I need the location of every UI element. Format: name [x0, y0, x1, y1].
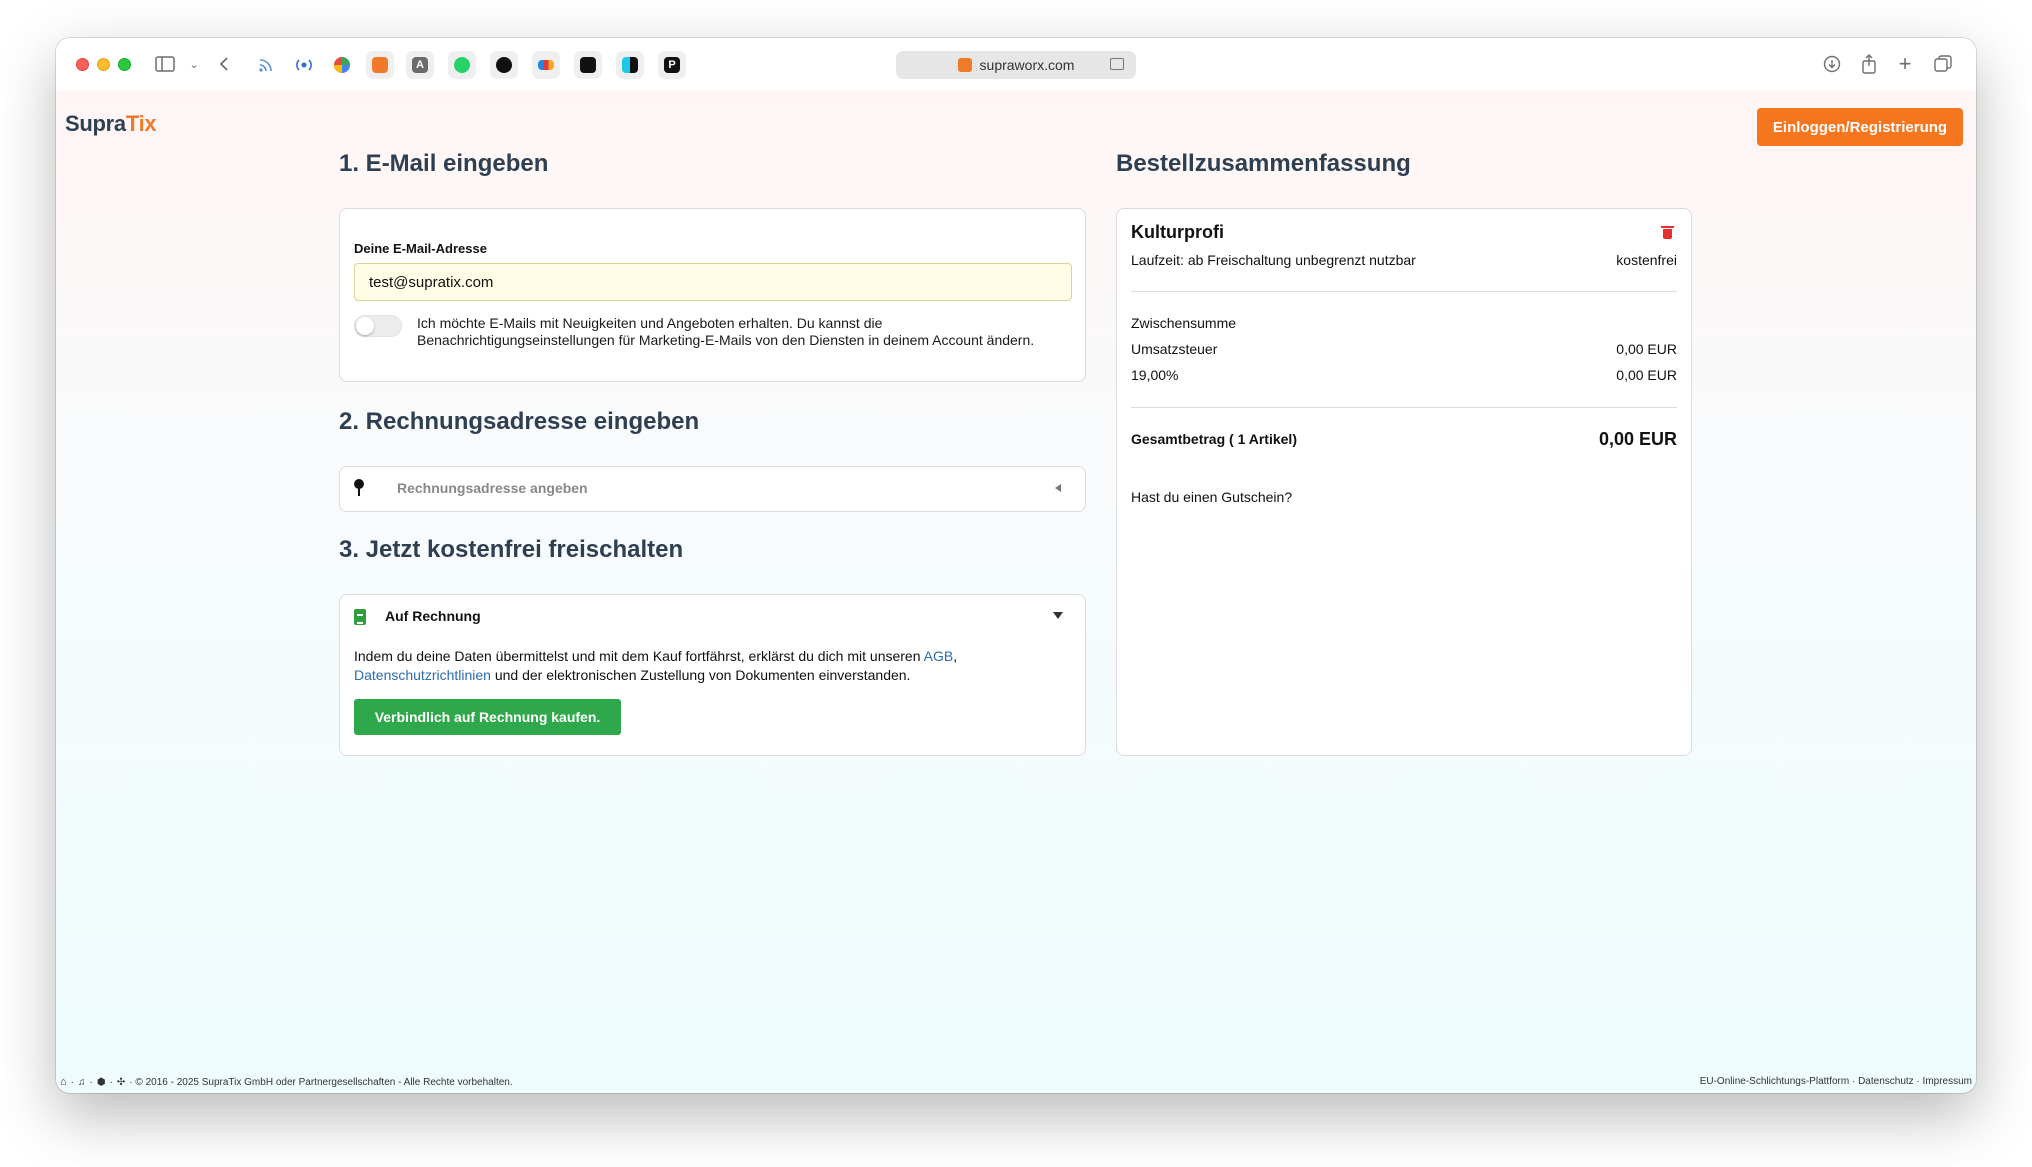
browser-toolbar: ⌄ A P supraworx.com + [56, 38, 1976, 90]
agb-link[interactable]: AGB [924, 648, 954, 664]
subtotal-label: Zwischensumme [1131, 315, 1237, 331]
logo-text-tix: Tix [125, 111, 157, 136]
orange-box-icon[interactable] [366, 51, 394, 79]
voucher-link[interactable]: Hast du einen Gutschein? [1131, 489, 1292, 505]
chevron-down-icon[interactable] [1053, 612, 1063, 619]
page-content: SupraTix Einloggen/Registrierung 1. E-Ma… [56, 90, 1976, 1093]
logo-text-supra: Supra [65, 111, 126, 136]
a-icon[interactable]: A [406, 51, 434, 79]
invoice-document-icon [354, 609, 366, 625]
separator-dot: · [89, 1076, 93, 1088]
marketing-consent-text: Ich möchte E-Mails mit Neuigkeiten und A… [417, 315, 1035, 348]
total-label: Gesamtbetrag ( 1 Artikel) [1131, 431, 1297, 447]
payment-section-title: 3. Jetzt kostenfrei freischalten [339, 536, 684, 563]
order-summary-card: Kulturprofi Laufzeit: ab Freischaltung u… [1116, 208, 1692, 756]
privacy-policy-link[interactable]: Datenschutzrichtlinien [354, 667, 491, 683]
address-bar[interactable]: supraworx.com [896, 51, 1136, 79]
location-pin-icon [354, 479, 364, 497]
tab-overview-icon[interactable] [1934, 50, 1952, 78]
email-input[interactable] [354, 263, 1072, 301]
footer-left: ⌂ · ♫ · ⬢ · ✣ · © 2016 - 2025 SupraTix G… [60, 1076, 513, 1088]
home-icon[interactable]: ⌂ [60, 1076, 67, 1088]
email-label: Deine E-Mail-Adresse [354, 241, 487, 256]
bell-icon[interactable]: ♫ [78, 1077, 86, 1088]
supratix-logo[interactable]: SupraTix [65, 111, 157, 137]
marketing-toggle[interactable] [354, 315, 402, 337]
reader-mode-icon[interactable] [1110, 58, 1124, 70]
footer-links[interactable]: EU-Online-Schlichtungs-Plattform · Daten… [1700, 1076, 1972, 1087]
caret-left-icon [1055, 484, 1061, 492]
billing-address-placeholder: Rechnungsadresse angeben [397, 480, 588, 496]
whatsapp-icon[interactable] [448, 51, 476, 79]
split-app-icon[interactable] [616, 51, 644, 79]
close-window-button[interactable] [76, 58, 89, 71]
url-text: supraworx.com [979, 57, 1075, 73]
buy-on-invoice-button[interactable]: Verbindlich auf Rechnung kaufen. [354, 699, 621, 735]
divider [1131, 291, 1677, 292]
settings-icon[interactable]: ⬢ [97, 1077, 106, 1088]
tax-rate: 19,00% [1131, 367, 1179, 383]
window-controls [76, 58, 131, 71]
address-section-title: 2. Rechnungsadresse eingeben [339, 408, 700, 435]
email-section-title: 1. E-Mail eingeben [339, 150, 549, 177]
toggle-knob [356, 317, 374, 335]
openai-icon[interactable] [490, 51, 518, 79]
product-duration: Laufzeit: ab Freischaltung unbegrenzt nu… [1131, 252, 1416, 268]
billing-address-card[interactable]: Rechnungsadresse angeben [339, 466, 1086, 512]
copyright-text: · © 2016 - 2025 SupraTix GmbH oder Partn… [129, 1076, 513, 1088]
page-footer: ⌂ · ♫ · ⬢ · ✣ · © 2016 - 2025 SupraTix G… [56, 1073, 1976, 1093]
email-card: Deine E-Mail-Adresse Ich möchte E-Mails … [339, 208, 1086, 382]
browser-window: ⌄ A P supraworx.com + SupraTix Einloggen… [56, 38, 1976, 1093]
zoom-window-button[interactable] [118, 58, 131, 71]
terms-comma: , [953, 648, 958, 664]
product-name: Kulturprofi [1131, 222, 1224, 242]
summary-title: Bestellzusammenfassung [1116, 150, 1411, 177]
terms-text-part: Indem du deine Daten übermittelst und mi… [354, 648, 924, 664]
separator-dot: · [70, 1076, 74, 1088]
new-tab-plus-icon[interactable]: + [1896, 50, 1914, 78]
total-value: 0,00 EUR [1598, 429, 1677, 449]
download-icon[interactable] [1822, 50, 1842, 78]
login-register-button[interactable]: Einloggen/Registrierung [1757, 108, 1963, 146]
share-icon[interactable] [1860, 50, 1878, 78]
back-arrow-icon[interactable] [216, 50, 232, 78]
divider [1131, 407, 1677, 408]
payment-card: Auf Rechnung Indem du deine Daten übermi… [339, 594, 1086, 756]
chevron-down-icon[interactable]: ⌄ [188, 50, 200, 78]
terms-text: Indem du deine Daten übermittelst und mi… [354, 647, 1074, 685]
triangle-app-icon[interactable] [574, 51, 602, 79]
site-favicon-icon [957, 58, 972, 72]
trash-icon[interactable] [1661, 226, 1674, 239]
move-icon[interactable]: ✣ [117, 1077, 125, 1088]
tax-value: 0,00 EUR [1616, 341, 1677, 357]
sidebar-toggle-icon[interactable] [154, 50, 176, 78]
tax-rate-value: 0,00 EUR [1616, 367, 1677, 383]
podcast-icon[interactable] [290, 51, 318, 79]
separator-dot: · [109, 1076, 113, 1088]
terms-text-end: und der elektronischen Zustellung von Do… [490, 667, 911, 683]
colorful-app-icon[interactable] [328, 51, 356, 79]
tax-label: Umsatzsteuer [1131, 341, 1218, 357]
p-app-icon[interactable]: P [658, 51, 686, 79]
rss-icon[interactable] [252, 51, 280, 79]
payment-method-label[interactable]: Auf Rechnung [385, 608, 481, 624]
product-price: kostenfrei [1616, 252, 1677, 268]
inoreader-icon[interactable] [532, 51, 560, 79]
minimize-window-button[interactable] [97, 58, 110, 71]
